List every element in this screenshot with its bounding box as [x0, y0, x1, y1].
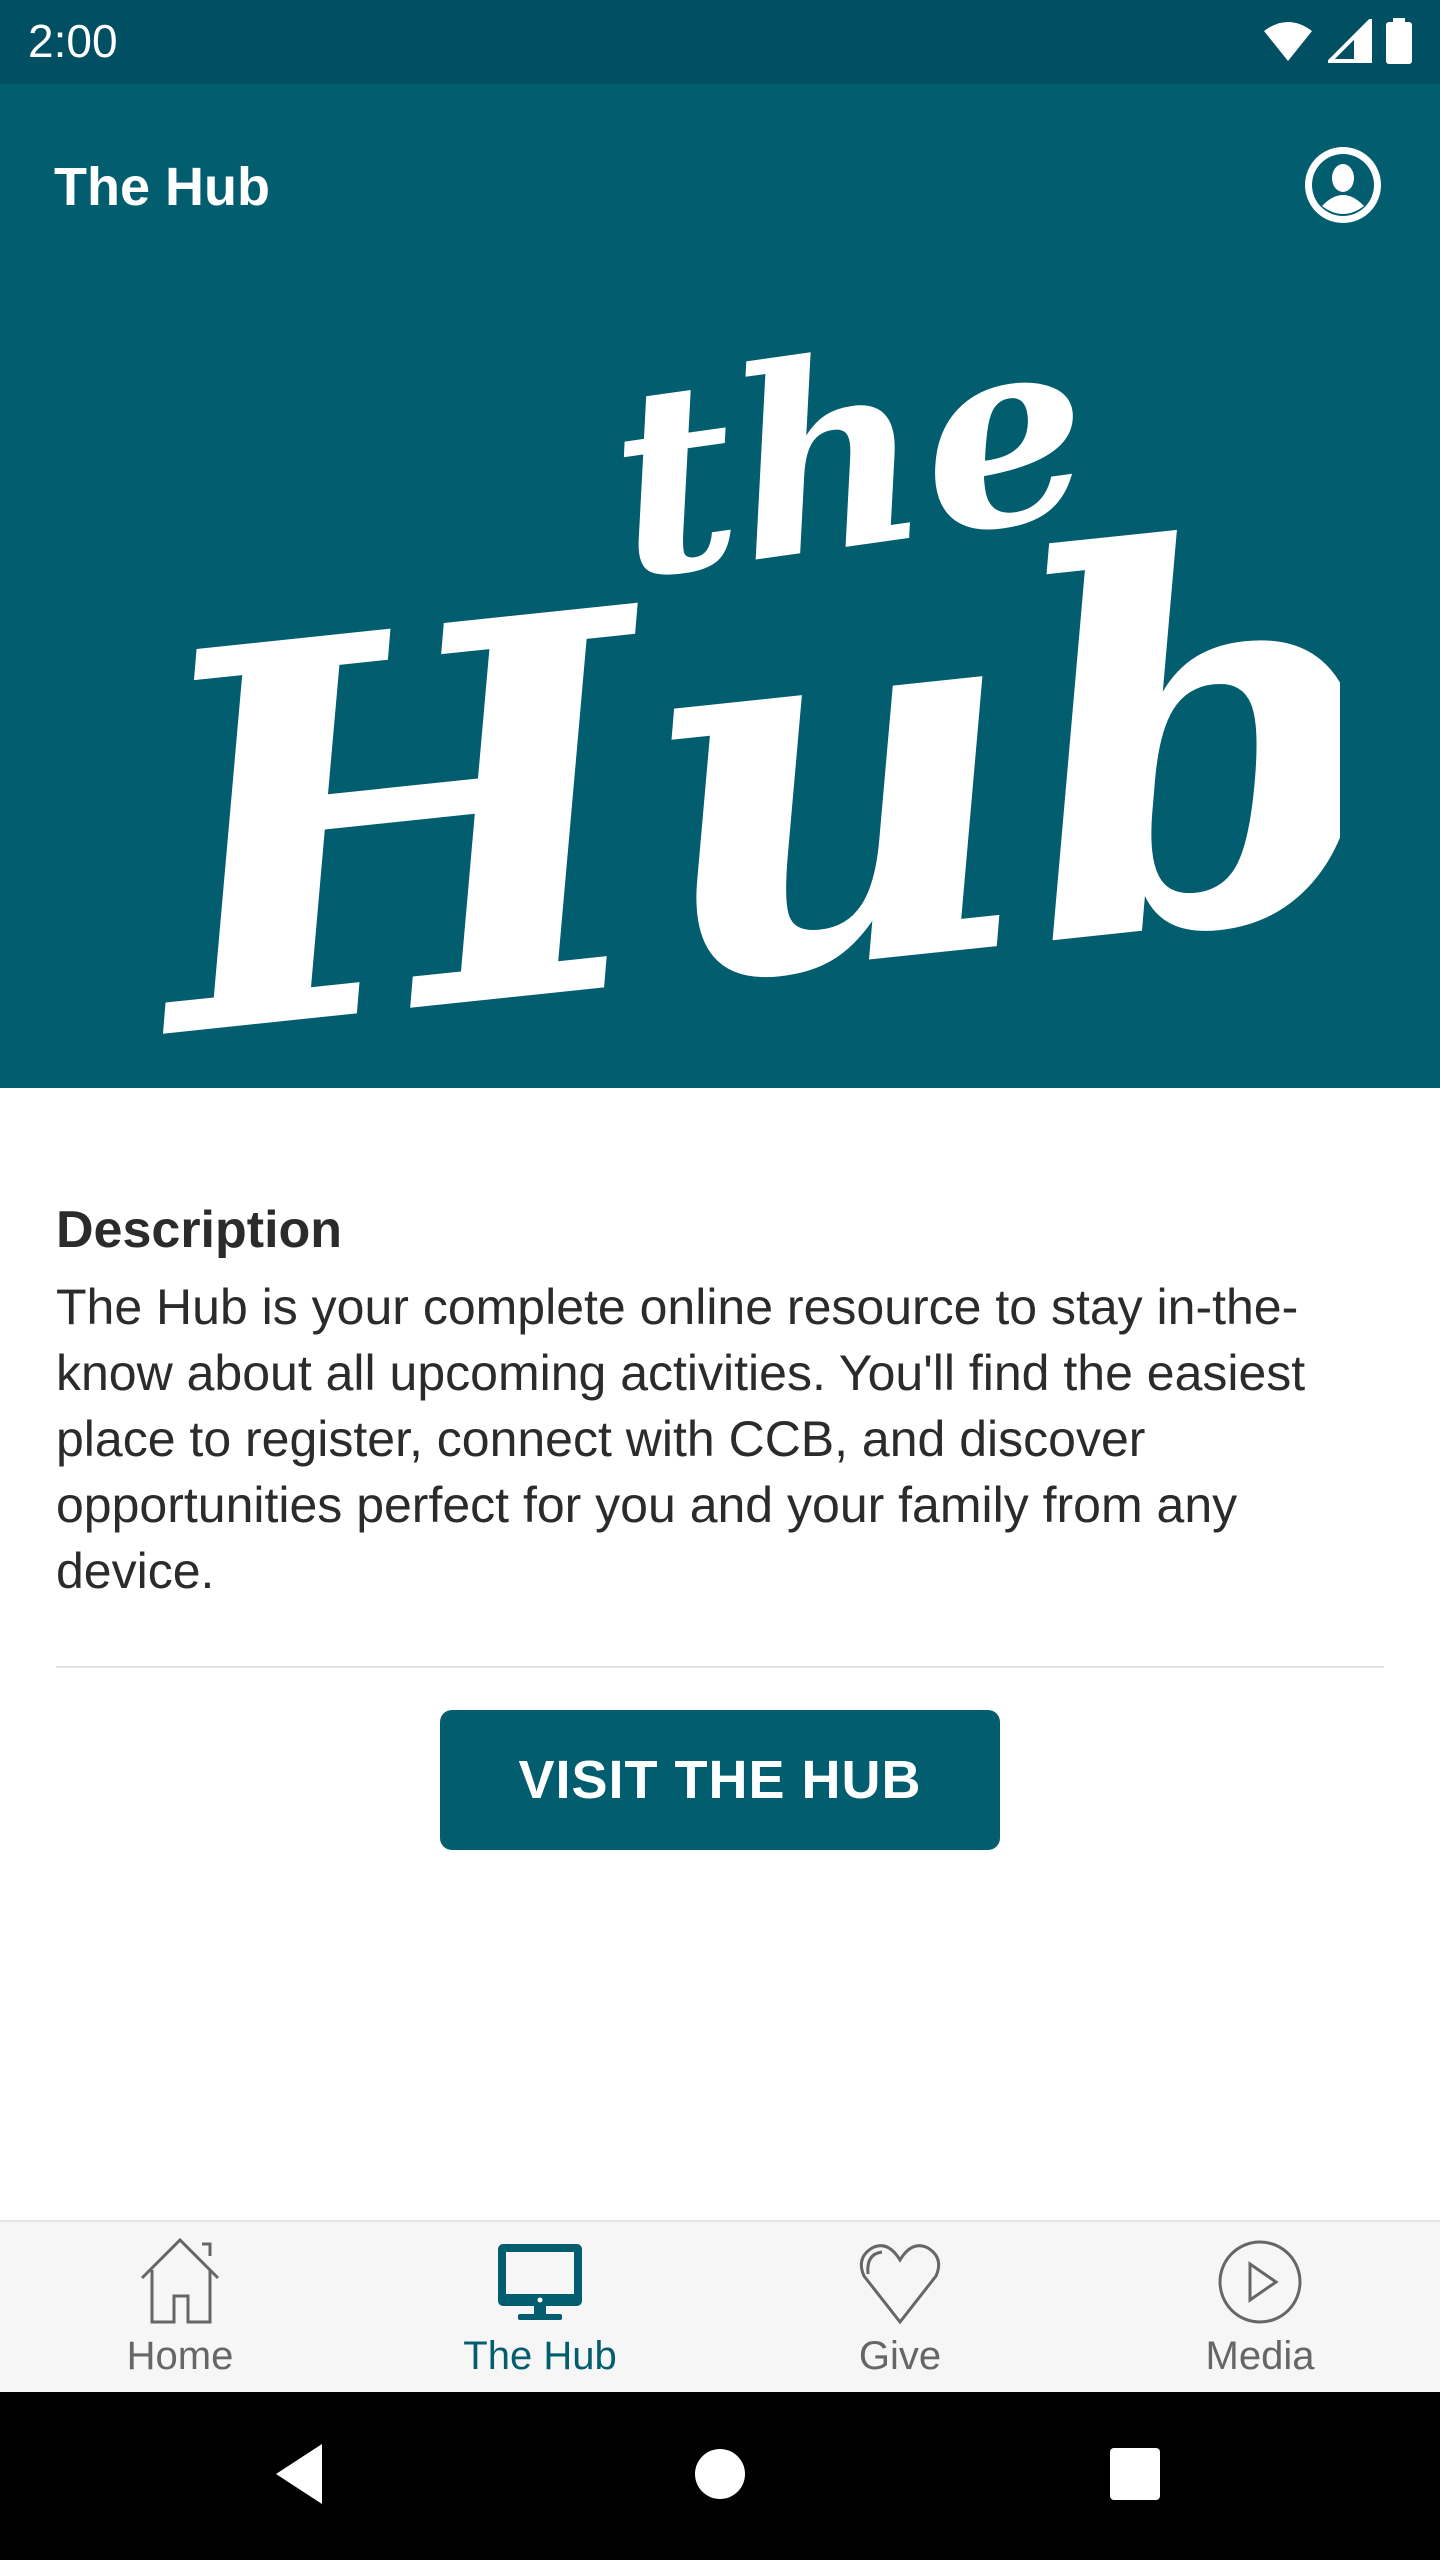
- app-header: The Hub the Hub: [0, 84, 1440, 1088]
- nav-label-media: Media: [1205, 2334, 1315, 2378]
- back-icon[interactable]: [272, 2442, 328, 2506]
- description-heading: Description: [56, 1201, 343, 1259]
- nav-label-the-hub: The Hub: [463, 2334, 617, 2378]
- divider: [56, 1666, 1384, 1668]
- status-bar: 2:00: [0, 0, 1440, 84]
- app-title: The Hub: [54, 157, 270, 217]
- status-time: 2:00: [28, 15, 118, 67]
- nav-item-media[interactable]: Media: [1080, 2222, 1440, 2394]
- home-circle-icon[interactable]: [694, 2442, 746, 2506]
- nav-item-give[interactable]: Give: [720, 2222, 1080, 2394]
- visit-the-hub-button[interactable]: VISIT THE HUB: [440, 1710, 1000, 1850]
- bottom-nav: Home The Hub Give Media: [0, 2220, 1440, 2394]
- signal-icon: [1328, 19, 1372, 63]
- recents-icon[interactable]: [1108, 2442, 1162, 2506]
- nav-item-the-hub[interactable]: The Hub: [360, 2222, 720, 2394]
- heart-icon: [859, 2244, 941, 2325]
- nav-label-give: Give: [858, 2334, 942, 2378]
- account-circle-icon[interactable]: [1302, 144, 1384, 226]
- status-icons: [1262, 18, 1412, 64]
- system-navigation-bar: [0, 2392, 1440, 2560]
- wifi-icon: [1264, 22, 1312, 61]
- play-circle-icon: [1218, 2240, 1302, 2324]
- nav-label-home: Home: [126, 2334, 234, 2378]
- battery-icon: [1386, 18, 1412, 64]
- logo-text-hub: Hub: [120, 418, 1340, 1054]
- home-icon: [140, 2237, 220, 2324]
- description-text: The Hub is your complete online resource…: [56, 1279, 1306, 1599]
- description-section: Description The Hub is your complete onl…: [56, 1200, 1384, 1604]
- nav-item-home[interactable]: Home: [0, 2222, 360, 2394]
- monitor-icon: [498, 2244, 582, 2320]
- hub-logo: the Hub: [120, 314, 1340, 1054]
